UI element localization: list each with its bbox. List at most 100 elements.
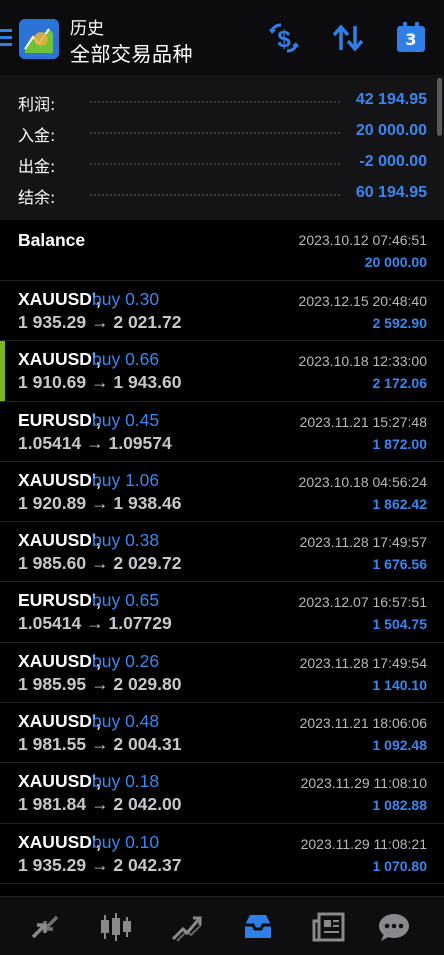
deal-prices: 1 935.29 → 2 042.37 — [18, 854, 182, 875]
deal-profit: 1 676.56 — [372, 556, 428, 573]
dotted-leader — [90, 132, 340, 134]
deal-prices: 1 981.84 → 2 042.00 — [18, 794, 182, 815]
deal-row[interactable]: XAUUSD', buy 0.48 1 981.55 → 2 004.31 2023.… — [0, 703, 444, 764]
deal-symbol: XAUUSD', — [18, 771, 101, 792]
selected-marker — [0, 341, 5, 401]
deal-profit: 1 070.80 — [372, 857, 428, 874]
deal-profit: 2 172.06 — [372, 375, 428, 392]
menu-icon[interactable] — [0, 29, 12, 47]
dotted-leader — [90, 101, 340, 103]
deal-prices: 1.05414 → 1.07729 — [18, 613, 172, 634]
deal-row[interactable]: EURUSD', buy 0.65 1.05414 → 1.07729 2023.12… — [0, 582, 444, 643]
deal-row[interactable]: XAUUSD', buy 0.30 1 935.29 → 2 021.72 2023.… — [0, 281, 444, 342]
deal-side: buy 0.30 — [92, 289, 160, 309]
profit-label: 利润: — [18, 95, 56, 114]
deal-row[interactable]: EURUSD', buy 0.45 1.05414 → 1.09574 2023.11… — [0, 401, 444, 462]
deal-prices: 1 920.89 → 1 938.46 — [18, 492, 182, 513]
deal-row[interactable]: XAUUSD', buy 1.06 1 920.89 → 1 938.46 2023.… — [0, 461, 444, 523]
deal-row[interactable]: XAUUSD', buy 0.18 1 981.84 → 2 042.00 2023.… — [0, 763, 444, 824]
deal-side: buy 0.65 — [92, 590, 160, 611]
dotted-leader — [90, 163, 340, 165]
balance-label: 结余: — [18, 188, 56, 207]
calendar-day: 3 — [397, 22, 425, 52]
deal-prices: 1 910.69 → 1 943.60 — [18, 372, 182, 393]
withdraw-label: 出金: — [18, 157, 56, 176]
deal-time: 2023.10.18 04:56:24 — [298, 473, 427, 490]
deal-profit: 1 872.00 — [372, 435, 428, 452]
bottom-navigation — [0, 896, 444, 955]
deal-prices: 1 985.95 → 2 029.80 — [18, 673, 182, 694]
deal-row[interactable]: XAUUSD', buy 0.38 1 985.60 → 2 029.72 2023.… — [0, 522, 444, 583]
deals-list[interactable]: Balance 2023.10.12 07:46:51 20 000.00 XA… — [0, 220, 444, 896]
chat-icon[interactable] — [376, 909, 412, 945]
deal-symbol: EURUSD', — [18, 590, 101, 611]
svg-text:$: $ — [277, 26, 291, 53]
deal-time: 2023.12.15 20:48:40 — [298, 293, 427, 309]
deal-side: buy 0.10 — [92, 831, 160, 852]
deal-symbol: EURUSD', — [18, 409, 101, 430]
withdraw-value: -2 000.00 — [359, 153, 427, 170]
trade-icon[interactable] — [169, 909, 205, 945]
deal-side: buy 0.18 — [92, 771, 160, 792]
chart-icon[interactable] — [98, 909, 134, 945]
balance-operation-label: Balance — [18, 230, 86, 250]
deal-time: 2023.10.12 07:46:51 — [298, 232, 427, 248]
deal-time: 2023.11.28 17:49:57 — [299, 534, 427, 551]
deal-time: 2023.10.18 12:33:00 — [298, 353, 427, 370]
deal-side: buy 0.26 — [92, 650, 160, 671]
app-header: 历史 全部交易品种 $ 3 — [0, 0, 444, 75]
balance-row[interactable]: Balance 2023.10.12 07:46:51 20 000.00 — [0, 220, 444, 281]
deal-symbol: XAUUSD', — [18, 349, 101, 370]
summary-withdraw-row: 出金: -2 000.00 — [0, 149, 444, 179]
deal-profit: 2 592.90 — [372, 315, 428, 331]
deal-side: buy 0.48 — [92, 711, 160, 732]
profit-value: 42 194.95 — [355, 91, 427, 108]
deal-time: 2023.11.29 11:08:21 — [300, 835, 427, 852]
news-icon[interactable] — [311, 909, 347, 945]
dotted-leader — [90, 194, 340, 196]
deal-symbol: XAUUSD', — [18, 469, 101, 490]
app-logo[interactable] — [19, 19, 59, 59]
deposit-value: 20 000.00 — [355, 122, 427, 139]
deal-row[interactable]: XAUUSD', buy 0.66 1 910.69 → 1 943.60 2023.… — [0, 341, 444, 402]
symbol-filter-title[interactable]: 全部交易品种 — [70, 38, 193, 67]
deal-prices: 1.05414 → 1.09574 — [18, 432, 172, 453]
deal-profit: 1 082.88 — [372, 797, 428, 814]
deal-symbol: XAUUSD', — [18, 831, 101, 852]
sort-icon[interactable] — [330, 20, 366, 56]
deal-time: 2023.11.21 15:27:48 — [299, 413, 427, 430]
deal-profit: 1 092.48 — [372, 737, 428, 754]
deal-symbol: XAUUSD', — [18, 650, 101, 671]
balance-value: 60 194.95 — [355, 184, 427, 201]
deal-profit: 1 862.42 — [372, 495, 428, 512]
deal-row[interactable]: XAUUSD', buy 0.10 1 935.29 → 2 042.37 2023.… — [0, 823, 444, 884]
deal-symbol: XAUUSD', — [18, 711, 101, 732]
deposit-label: 入金: — [18, 126, 56, 145]
history-icon[interactable] — [240, 909, 276, 945]
page-title: 历史 — [70, 19, 104, 39]
summary-profit-row: 利润: 42 194.95 — [0, 87, 444, 117]
deal-profit: 1 140.10 — [372, 676, 428, 693]
deal-row[interactable]: XAUUSD', buy 0.26 1 985.95 → 2 029.80 2023.… — [0, 642, 444, 704]
currency-exchange-icon[interactable]: $ — [266, 20, 302, 56]
deal-time: 2023.11.21 18:06:06 — [299, 715, 427, 732]
deal-time: 2023.11.28 17:49:54 — [299, 654, 427, 671]
summary-deposit-row: 入金: 20 000.00 — [0, 118, 444, 148]
deal-side: buy 0.45 — [92, 409, 160, 430]
deal-time: 2023.12.07 16:57:51 — [298, 594, 427, 611]
deal-prices: 1 981.55 → 2 004.31 — [18, 734, 182, 755]
deal-profit: 1 504.75 — [372, 616, 428, 633]
quotes-icon[interactable] — [27, 909, 63, 945]
deal-side: buy 0.38 — [92, 530, 160, 551]
calendar-icon[interactable]: 3 — [392, 20, 428, 56]
summary-balance-row: 结余: 60 194.95 — [0, 180, 444, 210]
deal-time: 2023.11.29 11:08:10 — [300, 775, 427, 792]
deal-symbol: XAUUSD', — [18, 289, 101, 309]
scrollbar[interactable] — [437, 78, 442, 136]
deal-side: buy 1.06 — [92, 469, 160, 490]
deal-side: buy 0.66 — [92, 349, 160, 370]
history-summary: 利润: 42 194.95 入金: 20 000.00 出金: -2 000.0… — [0, 75, 444, 220]
balance-amount: 20 000.00 — [364, 254, 427, 270]
deal-prices: 1 935.29 → 2 021.72 — [18, 312, 182, 332]
deal-symbol: XAUUSD', — [18, 530, 101, 551]
